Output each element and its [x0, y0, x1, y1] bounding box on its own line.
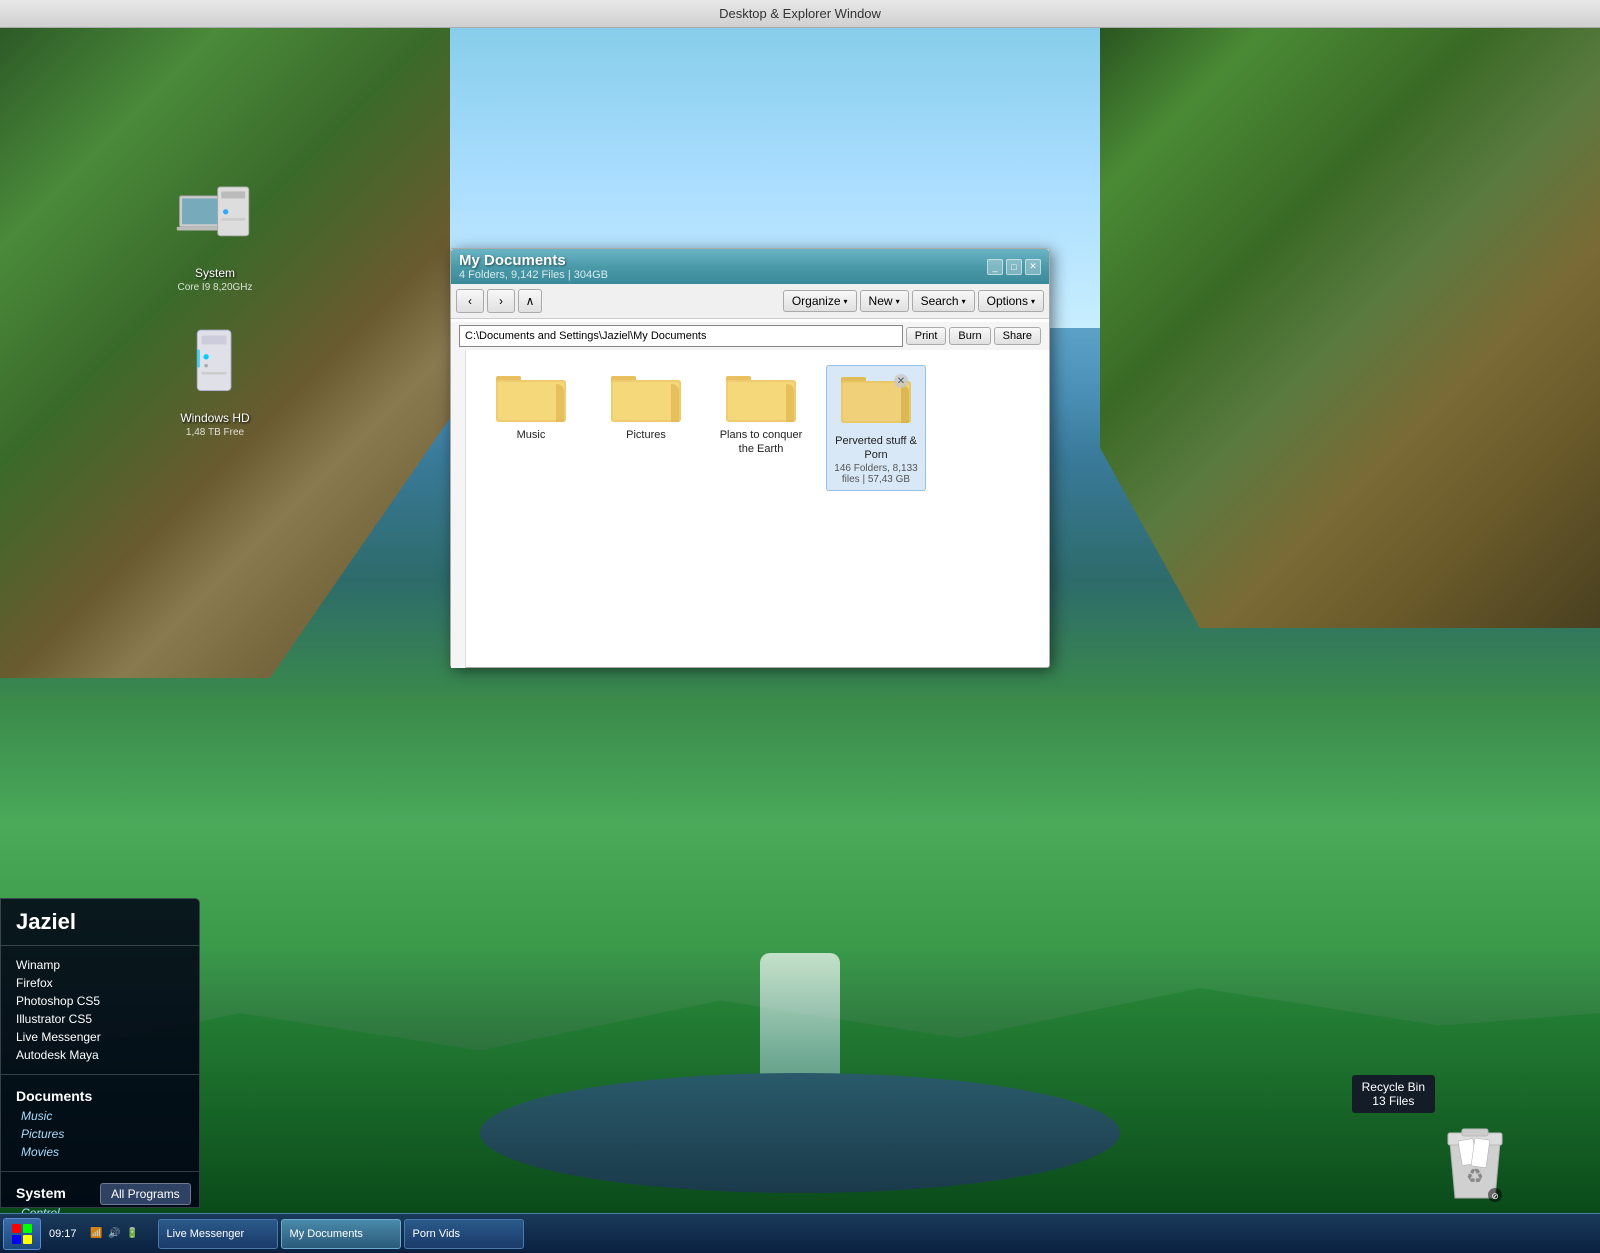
network-icon[interactable]: 📶: [90, 1227, 104, 1241]
taskbar: 09:17 📶 🔊 🔋 Live Messenger My Documents …: [0, 1213, 1600, 1253]
taskbar-porn-vids[interactable]: Porn Vids: [404, 1219, 524, 1249]
desktop-icon-windows-hd[interactable]: Windows HD 1,48 TB Free: [155, 323, 275, 438]
folder-perverted-meta: 146 Folders, 8,133 files | 57,43 GB: [832, 463, 920, 485]
recycle-bin-icon: ♻ ⊘: [1440, 1123, 1510, 1203]
print-button[interactable]: Print: [906, 327, 947, 345]
app-autodesk-maya[interactable]: Autodesk Maya: [16, 1046, 184, 1064]
docs-pictures[interactable]: Pictures: [16, 1125, 184, 1143]
start-menu-divider: [1, 945, 199, 946]
explorer-titlebar[interactable]: My Documents 4 Folders, 9,142 Files | 30…: [451, 249, 1049, 284]
folder-view: Music Pictures: [466, 350, 1049, 668]
minimize-button[interactable]: _: [987, 259, 1003, 275]
desktop: System Core I9 8,20GHz Windows HD 1,48 T…: [0, 28, 1600, 1253]
app-firefox[interactable]: Firefox: [16, 974, 184, 992]
burn-button[interactable]: Burn: [949, 327, 990, 345]
start-button[interactable]: [3, 1218, 41, 1250]
taskbar-left: 09:17 📶 🔊 🔋: [3, 1218, 145, 1250]
explorer-nav: ‹ › ∧ Organize ▾ New ▾ Search ▾ Options …: [451, 284, 1049, 319]
system-icon-image: [175, 178, 255, 258]
app-photoshop[interactable]: Photoshop CS5: [16, 992, 184, 1010]
system-icon-sublabel: Core I9 8,20GHz: [155, 282, 275, 293]
documents-category[interactable]: Documents: [16, 1085, 184, 1107]
folder-music-label: Music: [517, 428, 546, 442]
desktop-icon-system[interactable]: System Core I9 8,20GHz: [155, 178, 275, 293]
search-menu[interactable]: Search ▾: [912, 290, 975, 312]
window-controls: _ □ ✕: [987, 259, 1041, 275]
forward-button[interactable]: ›: [487, 289, 515, 313]
taskbar-time: 09:17: [44, 1225, 82, 1243]
windows-hd-icon-image: [175, 323, 255, 403]
organize-menu[interactable]: Organize ▾: [783, 290, 857, 312]
options-menu[interactable]: Options ▾: [978, 290, 1044, 312]
folder-perverted-label: Perverted stuff & Porn: [832, 434, 920, 463]
explorer-content: Music Pictures: [451, 350, 1049, 668]
taskbar-live-messenger[interactable]: Live Messenger: [158, 1219, 278, 1249]
porn-vids-label: Porn Vids: [413, 1228, 461, 1240]
svg-text:⊘: ⊘: [1491, 1191, 1499, 1201]
share-button[interactable]: Share: [994, 327, 1041, 345]
cliff-right: [1100, 28, 1600, 628]
my-documents-label: My Documents: [290, 1228, 363, 1240]
folder-pictures[interactable]: Pictures: [596, 365, 696, 491]
windows-logo: [11, 1223, 33, 1245]
folder-lock-icon: ✕: [894, 374, 908, 388]
folder-plans-icon: [726, 370, 796, 425]
battery-icon[interactable]: 🔋: [126, 1227, 140, 1241]
folder-music[interactable]: Music: [481, 365, 581, 491]
folder-music-icon: [496, 370, 566, 425]
explorer-sidebar: [451, 350, 466, 668]
sound-icon[interactable]: 🔊: [108, 1227, 122, 1241]
title-bar: Desktop & Explorer Window: [0, 0, 1600, 28]
recycle-bin-tooltip: Recycle Bin 13 Files: [1352, 1075, 1435, 1113]
start-menu-divider-3: [1, 1171, 199, 1172]
start-menu-apps: Winamp Firefox Photoshop CS5 Illustrator…: [1, 951, 199, 1069]
recycle-bin-name: Recycle Bin: [1362, 1080, 1425, 1094]
up-button[interactable]: ∧: [518, 289, 542, 313]
title-text: Desktop & Explorer Window: [719, 6, 881, 21]
explorer-window: My Documents 4 Folders, 9,142 Files | 30…: [450, 248, 1050, 668]
water-pool: [480, 1073, 1120, 1193]
folder-perverted[interactable]: ✕ Perverted stuff & Porn 146 Folders, 8,…: [826, 365, 926, 491]
maximize-button[interactable]: □: [1006, 259, 1022, 275]
folder-plans[interactable]: Plans to conquer the Earth: [711, 365, 811, 491]
app-illustrator[interactable]: Illustrator CS5: [16, 1010, 184, 1028]
start-menu-panel: Jaziel Winamp Firefox Photoshop CS5 Illu…: [0, 898, 200, 1208]
docs-movies[interactable]: Movies: [16, 1143, 184, 1161]
windows-hd-icon-label: Windows HD: [155, 411, 275, 427]
folder-pictures-label: Pictures: [626, 428, 666, 442]
explorer-title: My Documents: [459, 252, 987, 269]
start-menu-divider-2: [1, 1074, 199, 1075]
address-input[interactable]: [459, 325, 903, 347]
docs-music[interactable]: Music: [16, 1107, 184, 1125]
explorer-subtitle: 4 Folders, 9,142 Files | 304GB: [459, 269, 987, 281]
close-button[interactable]: ✕: [1025, 259, 1041, 275]
taskbar-my-documents[interactable]: My Documents: [281, 1219, 401, 1249]
live-messenger-label: Live Messenger: [167, 1228, 245, 1240]
back-button[interactable]: ‹: [456, 289, 484, 313]
system-tray: 📶 🔊 🔋: [85, 1227, 145, 1241]
recycle-bin-count: 13 Files: [1372, 1094, 1414, 1108]
folder-pictures-icon: [611, 370, 681, 425]
app-winamp[interactable]: Winamp: [16, 956, 184, 974]
taskbar-center: Live Messenger My Documents Porn Vids: [148, 1219, 1589, 1249]
new-menu[interactable]: New ▾: [860, 290, 909, 312]
windows-hd-icon-sublabel: 1,48 TB Free: [155, 427, 275, 438]
app-live-messenger[interactable]: Live Messenger: [16, 1028, 184, 1046]
start-menu-username: Jaziel: [1, 899, 199, 940]
all-programs-button[interactable]: All Programs: [100, 1183, 191, 1205]
folder-plans-label: Plans to conquer the Earth: [716, 428, 806, 457]
recycle-bin[interactable]: Recycle Bin 13 Files ♻ ⊘: [1440, 1123, 1510, 1208]
start-menu-documents: Documents Music Pictures Movies: [1, 1080, 199, 1166]
system-icon-label: System: [155, 266, 275, 282]
address-bar: Print Burn Share: [451, 322, 1049, 350]
svg-text:♻: ♻: [1466, 1166, 1484, 1188]
